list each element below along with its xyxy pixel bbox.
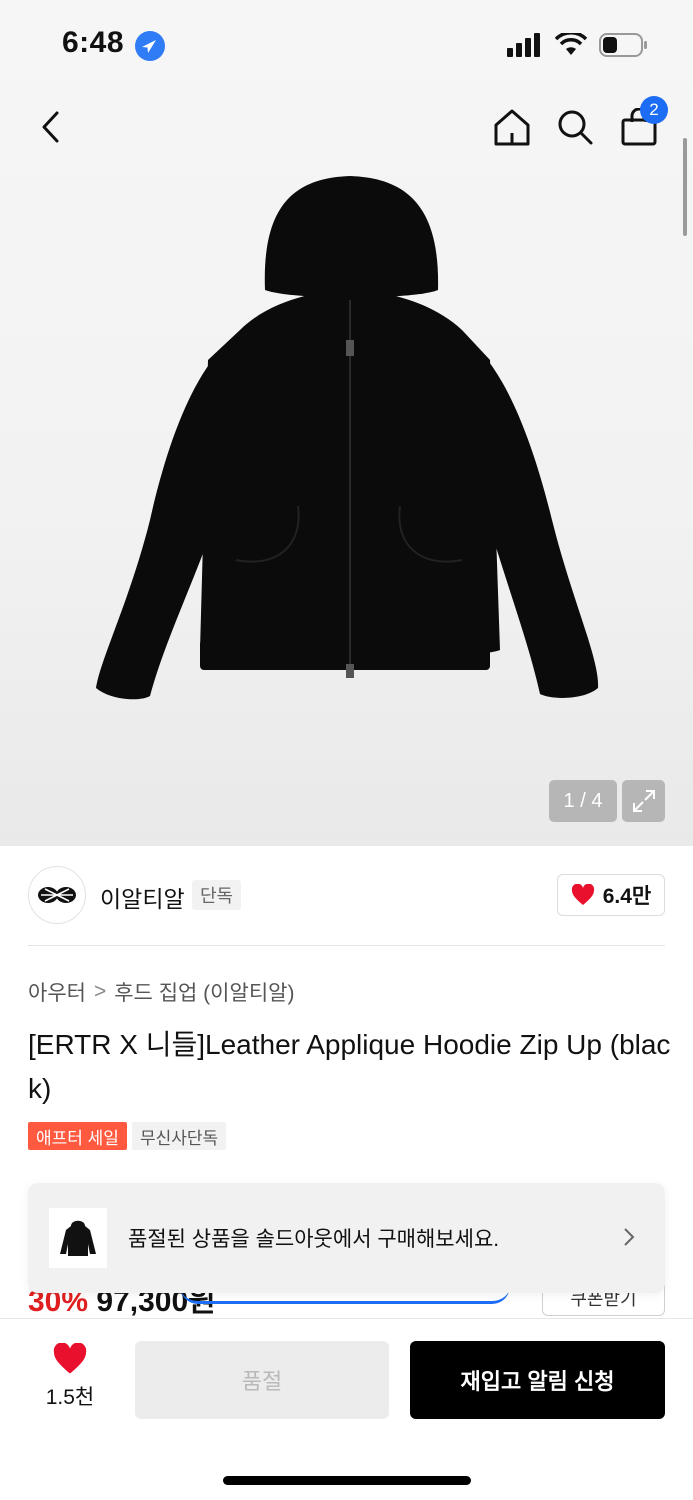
breadcrumb: 아우터 > 후드 집업 (이알티알): [28, 977, 294, 1007]
toast-product-thumbnail: [49, 1208, 107, 1268]
top-navigation: 2: [0, 96, 693, 166]
battery-icon: [599, 33, 647, 57]
product-title: [ERTR X 니들]Leather Applique Hoodie Zip U…: [28, 1029, 671, 1104]
brand-name[interactable]: 이알티알: [100, 880, 185, 914]
gallery-counter: 1 / 4: [549, 780, 617, 822]
toast-message: 품절된 상품을 솔드아웃에서 구매해보세요.: [128, 1228, 500, 1251]
status-icons: [507, 32, 649, 58]
brand-row: 이알티알 단독 6.4만: [28, 866, 665, 926]
status-bar: 6:48: [0, 0, 693, 90]
restock-alert-button[interactable]: 재입고 알림 신청: [410, 1341, 665, 1419]
divider: [28, 945, 665, 946]
home-indicator: [223, 1476, 471, 1485]
wifi-icon: [555, 33, 587, 55]
heart-icon: [53, 1343, 87, 1374]
status-time: 6:48: [62, 26, 125, 59]
heart-icon: [571, 884, 594, 905]
cart-button[interactable]: 2: [614, 96, 668, 152]
brand-logo[interactable]: [28, 866, 86, 924]
exclusive-badge: 무신사단독: [131, 1122, 227, 1150]
fullscreen-button[interactable]: [622, 780, 665, 822]
home-icon: [494, 109, 530, 146]
breadcrumb-subcategory[interactable]: 후드 집업 (이알티알): [114, 977, 294, 1007]
sale-badge: 애프터 세일: [28, 1122, 127, 1150]
expand-icon: [632, 790, 655, 812]
breadcrumb-separator: >: [93, 980, 107, 1003]
wishlist-count: 1.5천: [45, 1386, 95, 1409]
scrollbar-thumb[interactable]: [683, 138, 687, 236]
search-button[interactable]: [550, 102, 600, 152]
soldout-button[interactable]: 품절: [135, 1341, 389, 1419]
chevron-right-icon: [623, 1227, 635, 1252]
product-badges: 애프터 세일 무신사단독: [28, 1122, 227, 1150]
soldout-toast[interactable]: 품절된 상품을 솔드아웃에서 구매해보세요.: [28, 1183, 665, 1293]
brand-logo-mark-icon: [38, 887, 76, 903]
brand-exclusive-tag: 단독: [192, 880, 242, 910]
wishlist-button[interactable]: 1.5천: [30, 1343, 110, 1419]
home-button[interactable]: [487, 102, 537, 152]
cart-count-badge: 2: [640, 96, 668, 124]
brand-like-count: 6.4만: [602, 885, 652, 908]
chevron-left-icon: [42, 111, 59, 143]
bottom-action-bar: 1.5천 품절 재입고 알림 신청: [0, 1318, 693, 1500]
location-arrow-icon: [135, 31, 165, 61]
back-button[interactable]: [26, 102, 76, 152]
search-icon: [558, 110, 593, 145]
breadcrumb-category[interactable]: 아우터: [28, 977, 86, 1007]
cellular-signal-icon: [507, 33, 540, 57]
brand-like-button[interactable]: 6.4만: [557, 874, 665, 916]
